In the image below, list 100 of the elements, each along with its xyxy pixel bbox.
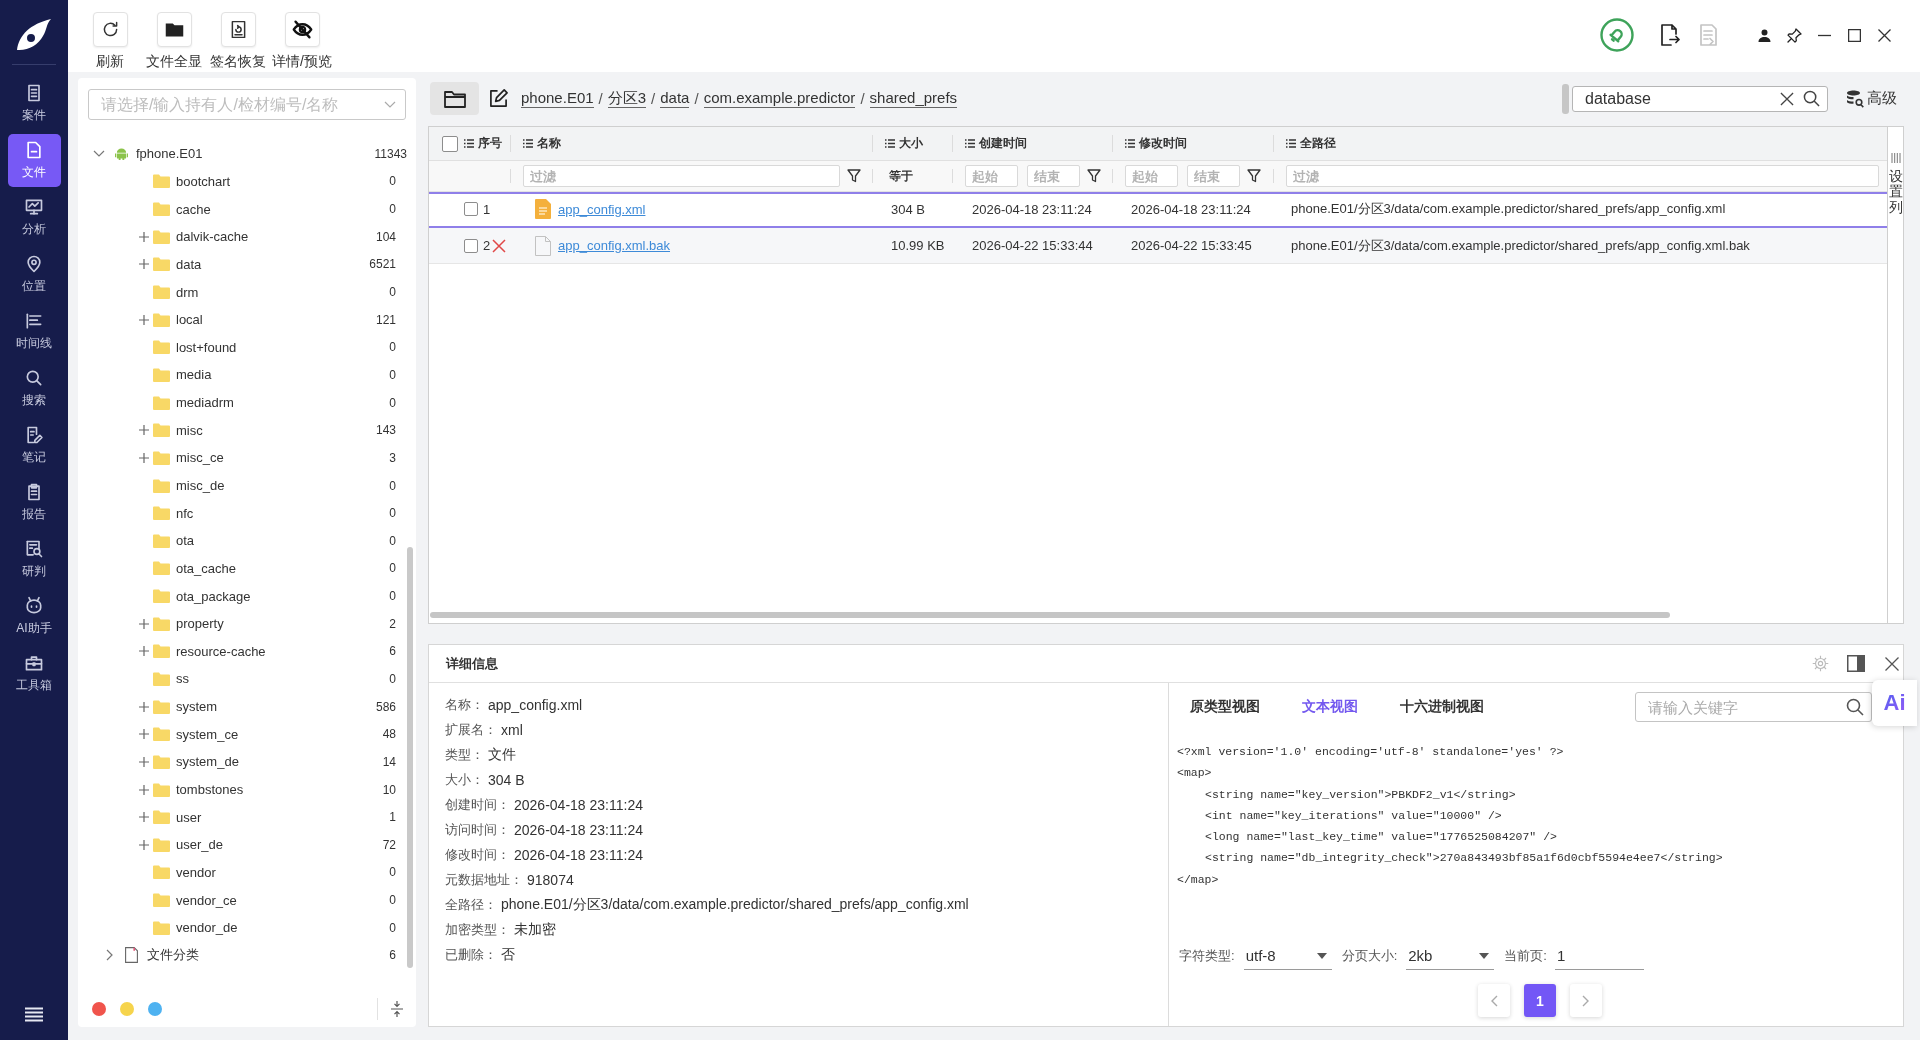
nav-item[interactable]: 研判 bbox=[7, 533, 61, 586]
settings-icon[interactable] bbox=[1812, 655, 1829, 672]
breadcrumb-link[interactable]: 分区3 bbox=[607, 89, 647, 108]
folder-button[interactable] bbox=[430, 82, 479, 115]
tag-dot[interactable] bbox=[120, 1002, 134, 1016]
split-view-icon[interactable] bbox=[1847, 655, 1865, 672]
nav-item[interactable]: 报告 bbox=[7, 476, 61, 529]
bell-icon[interactable] bbox=[1600, 18, 1634, 52]
tree-item[interactable]: system_ce bbox=[176, 726, 239, 742]
end-field[interactable]: 结束 bbox=[1027, 165, 1080, 187]
table-row[interactable]: 2 app_config.xml.bak 10.99 KB 2026-04-22 15:33:44 2026-04-22 15:33:45 phone.E01/分区3/data/com.example.predictor/shared_prefs/app_config.xml.bak bbox=[429, 228, 1887, 264]
tree-item[interactable]: fphone.E01 bbox=[136, 146, 203, 162]
chevron-down-icon[interactable] bbox=[93, 150, 105, 158]
filter-operator[interactable]: 等于 bbox=[889, 167, 913, 185]
plus-icon[interactable] bbox=[139, 259, 149, 270]
plus-icon[interactable] bbox=[139, 646, 149, 657]
filter-field[interactable]: 过滤 bbox=[523, 165, 840, 187]
file-export-icon[interactable] bbox=[1660, 24, 1680, 46]
tree-item[interactable]: drm bbox=[176, 284, 199, 300]
plus-icon[interactable] bbox=[139, 425, 149, 436]
view-tab[interactable]: 文本视图 bbox=[1302, 698, 1358, 716]
advanced-search-button[interactable]: 高级 bbox=[1846, 89, 1897, 108]
show-all-files-button[interactable]: 文件全显 bbox=[142, 0, 206, 71]
tree-item[interactable]: ota_package bbox=[176, 588, 251, 604]
filter-icon[interactable] bbox=[847, 169, 861, 183]
file-name-link[interactable]: app_config.xml bbox=[558, 201, 646, 217]
column-header[interactable]: 创建时间 bbox=[979, 135, 1027, 152]
checkbox[interactable] bbox=[442, 135, 458, 152]
scrollbar-thumb[interactable] bbox=[430, 612, 1670, 618]
tree-item[interactable]: system_de bbox=[176, 754, 239, 770]
nav-item[interactable]: 文件 bbox=[7, 134, 61, 187]
nav-item[interactable]: 位置 bbox=[7, 248, 61, 301]
tree-item[interactable]: lost+found bbox=[176, 339, 237, 355]
nav-item[interactable]: 笔记 bbox=[7, 419, 61, 472]
details-preview-button[interactable]: 详情/预览 bbox=[270, 0, 334, 71]
search-icon[interactable] bbox=[1803, 89, 1820, 107]
plus-icon[interactable] bbox=[139, 839, 149, 850]
tree-item[interactable]: vendor_ce bbox=[176, 892, 237, 908]
file-name-link[interactable]: app_config.xml.bak bbox=[558, 238, 670, 253]
tree-item[interactable]: vendor bbox=[176, 864, 216, 880]
scrollbar-thumb[interactable] bbox=[407, 547, 413, 968]
tree-item[interactable]: mediadrm bbox=[176, 395, 234, 411]
clear-icon[interactable] bbox=[1780, 91, 1794, 106]
tree-item[interactable]: dalvik-cache bbox=[176, 229, 249, 245]
filter-icon[interactable] bbox=[1247, 169, 1261, 183]
plus-icon[interactable] bbox=[139, 784, 149, 795]
tree-item[interactable]: misc_de bbox=[176, 478, 225, 493]
drag-handle[interactable] bbox=[1562, 83, 1569, 114]
tree-item[interactable]: resource-cache bbox=[176, 643, 266, 659]
start-field[interactable]: 起始 bbox=[965, 165, 1018, 187]
nav-item[interactable]: 时间线 bbox=[7, 305, 61, 358]
pin-icon[interactable] bbox=[1787, 27, 1802, 43]
page-button[interactable]: 1 bbox=[1524, 984, 1556, 1017]
chevron-down-icon[interactable] bbox=[384, 101, 396, 108]
checkbox[interactable] bbox=[464, 238, 478, 253]
column-header[interactable]: 序号 bbox=[478, 135, 502, 152]
tree-item[interactable]: cache bbox=[176, 201, 211, 217]
tree-item[interactable]: user_de bbox=[176, 837, 223, 853]
ai-assistant-button[interactable]: Ai bbox=[1872, 680, 1917, 726]
tree-item[interactable]: nfc bbox=[176, 505, 194, 521]
filter-field[interactable]: 过滤 bbox=[1286, 165, 1879, 187]
refresh-button[interactable]: 刷新 bbox=[78, 0, 142, 71]
maximize-icon[interactable] bbox=[1848, 28, 1861, 42]
menu-icon[interactable] bbox=[24, 1007, 44, 1023]
collapse-icon[interactable] bbox=[390, 1000, 404, 1018]
search-field[interactable]: database bbox=[1572, 85, 1828, 112]
keyword-search-field[interactable]: 请输入关键字 bbox=[1635, 692, 1872, 722]
plus-icon[interactable] bbox=[139, 618, 149, 629]
column-header[interactable]: 修改时间 bbox=[1139, 135, 1187, 152]
tag-dot[interactable] bbox=[92, 1002, 106, 1016]
breadcrumb-link[interactable]: data bbox=[660, 89, 690, 108]
column-settings-button[interactable]: 设置列 bbox=[1888, 126, 1904, 624]
nav-item[interactable]: 分析 bbox=[7, 191, 61, 244]
tree-item[interactable]: user bbox=[176, 809, 202, 825]
charset-select[interactable]: utf-8 bbox=[1243, 942, 1332, 970]
tree-item[interactable]: bootchart bbox=[176, 173, 231, 189]
nav-item[interactable]: 案件 bbox=[7, 77, 61, 130]
plus-icon[interactable] bbox=[139, 452, 149, 463]
page-size-select[interactable]: 2kb bbox=[1406, 942, 1495, 970]
plus-icon[interactable] bbox=[139, 756, 149, 767]
tree-item[interactable]: local bbox=[176, 312, 203, 328]
close-icon[interactable] bbox=[1878, 28, 1891, 42]
plus-icon[interactable] bbox=[139, 314, 149, 325]
tree-item[interactable]: vendor_de bbox=[176, 920, 238, 936]
nav-item[interactable]: 工具箱 bbox=[7, 647, 61, 700]
tree-item[interactable]: misc bbox=[176, 422, 203, 438]
plus-icon[interactable] bbox=[139, 812, 149, 823]
column-header[interactable]: 大小 bbox=[899, 135, 923, 152]
tree-item[interactable]: media bbox=[176, 367, 212, 383]
edit-icon[interactable] bbox=[489, 89, 508, 108]
checkbox[interactable] bbox=[464, 202, 478, 216]
close-icon[interactable] bbox=[1885, 656, 1899, 671]
breadcrumb-link[interactable]: com.example.predictor bbox=[703, 89, 856, 108]
view-tab[interactable]: 原类型视图 bbox=[1190, 698, 1260, 716]
end-field[interactable]: 结束 bbox=[1187, 165, 1240, 187]
tree-item[interactable]: ota_cache bbox=[176, 560, 236, 576]
tree-item[interactable]: property bbox=[176, 616, 224, 632]
user-icon[interactable] bbox=[1758, 28, 1771, 42]
tree-item[interactable]: data bbox=[176, 256, 202, 272]
column-header[interactable]: 名称 bbox=[537, 135, 561, 152]
